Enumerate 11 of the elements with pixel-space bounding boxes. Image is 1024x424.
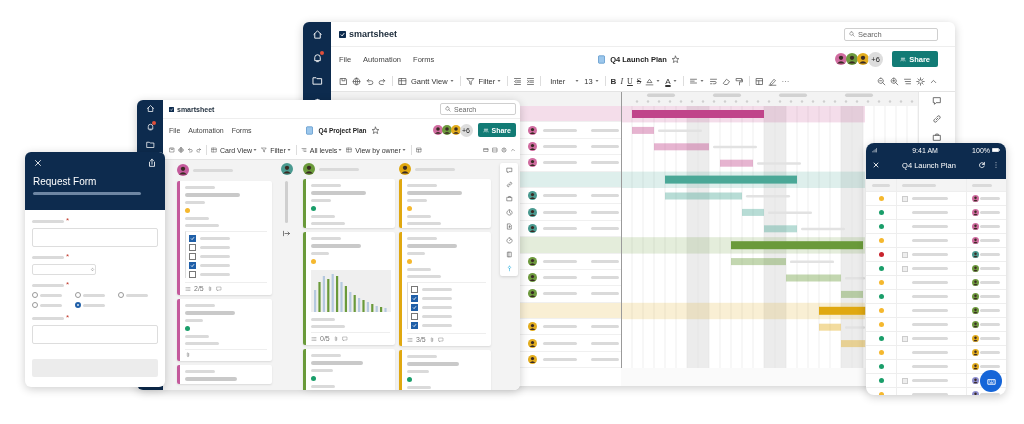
- required-mark: *: [66, 218, 70, 224]
- required-mark: *: [66, 282, 70, 288]
- logo-text: smartsheet: [349, 29, 398, 39]
- required-mark: *: [66, 254, 70, 260]
- format-button[interactable]: B: [610, 76, 617, 86]
- required-mark: *: [66, 315, 70, 321]
- format-button[interactable]: U: [627, 76, 633, 86]
- format-button[interactable]: I: [620, 76, 624, 86]
- format-button[interactable]: S: [636, 76, 642, 86]
- font-color-button[interactable]: A: [665, 76, 671, 86]
- form-title: Request Form: [33, 176, 98, 187]
